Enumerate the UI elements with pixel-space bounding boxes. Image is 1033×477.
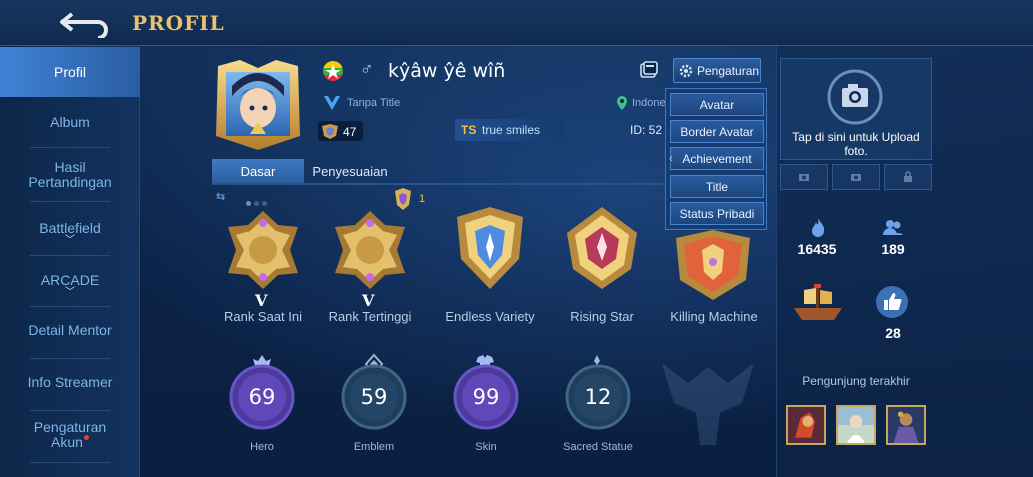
sidebar-item-label: Pengaturan Akun [25,420,115,450]
notification-dot [83,435,89,440]
endless-variety-emblem-icon[interactable] [445,203,535,293]
top-bar: PROFIL [0,0,1033,46]
ring-label: Skin [475,441,497,453]
sidebar-item-arcade[interactable]: ARCADE ﹀ [0,260,140,310]
visitor-avatar[interactable] [836,405,876,445]
achievement-label: Rising Star [570,309,634,324]
tab-divider [212,183,666,185]
sidebar-item-label: Battlefield [39,219,101,236]
profile-card-icon[interactable] [640,61,658,79]
location-text: Indonesia [632,97,666,109]
ring-label: Sacred Statue [563,441,633,453]
sidebar-item-label: ARCADE [40,271,100,288]
sidebar-divider [30,462,110,463]
photo-slot-icon [799,174,809,181]
location-pin-icon [617,96,627,110]
rank-division: V [255,291,268,310]
lock-icon [904,171,912,182]
player-level: 47 [343,125,357,139]
sidebar-divider [30,201,110,202]
flag-icon [323,61,343,81]
achievement-label: Killing Machine [670,309,758,324]
sidebar-item-label: Info Streamer [27,373,113,390]
sidebar-item-detail-mentor[interactable]: Detail Mentor [0,305,140,355]
visitor-avatar[interactable] [786,405,826,445]
like-button-icon[interactable] [875,285,909,319]
sidebar-divider [30,147,110,148]
ship-icon[interactable] [790,282,846,324]
sidebar-item-label: Detail Mentor [28,321,112,338]
ring-label: Hero [250,441,274,453]
rising-star-emblem-icon[interactable] [557,203,647,293]
likes-value: 28 [885,325,901,341]
page-title: PROFIL [132,11,225,35]
menu-item-achievement[interactable]: Achievement [670,147,764,170]
rank-highest-emblem-icon[interactable] [325,205,415,295]
sidebar-item-hasil-pertandingan[interactable]: Hasil Pertandingan [0,150,140,200]
emblem-count: 59 [360,385,388,409]
sidebar-item-label-text: Pengaturan Akun [33,419,107,450]
statue-count: 12 [584,385,612,409]
achievement-label: Rank Saat Ini [223,309,303,324]
followers-icon [883,220,903,235]
submenu-arrow-icon: ‹ [669,151,673,165]
photo-slot[interactable] [780,164,828,190]
killing-machine-emblem-icon[interactable] [668,220,758,310]
gear-icon [679,64,693,77]
squad-name: true smiles [482,123,541,137]
skin-count: 99 [472,385,500,409]
squad-tag: TS [461,123,477,137]
sidebar-item-label: Album [50,113,90,130]
player-id: ID: 52 [630,123,663,137]
photo-slot-icon [851,174,861,181]
sidebar-item-info-streamer[interactable]: Info Streamer [0,357,140,407]
popularity-value: 16435 [797,241,837,257]
visitor-avatar[interactable] [886,405,926,445]
camera-icon [827,69,883,125]
menu-item-title[interactable]: Title [670,175,764,198]
followers-value: 189 [881,241,905,257]
chevron-down-icon: ﹀ [65,286,75,298]
rank-current-emblem-icon[interactable] [218,205,308,295]
player-name: kŷâw ŷê wîñ [388,60,506,82]
settings-button[interactable]: Pengaturan [673,58,761,83]
recent-visitors-label: Pengunjung terakhir [802,374,910,388]
player-title: Tanpa Title [347,97,401,109]
locked-emblem-icon [662,363,754,445]
sidebar-item-label: Hasil Pertandingan [28,159,112,190]
tab-dasar[interactable]: Dasar [212,159,304,183]
photo-slot[interactable] [832,164,880,190]
chevron-down-icon: ﹀ [65,234,75,246]
sidebar-item-battlefield[interactable]: Battlefield ﹀ [0,208,140,258]
settings-dropdown: Avatar Border Avatar Achievement Title S… [665,88,767,230]
photo-slot[interactable] [884,164,932,190]
sidebar-item-pengaturan-akun[interactable]: Pengaturan Akun [0,410,140,460]
sidebar-item-profil[interactable]: Profil [0,47,140,97]
menu-item-border-avatar[interactable]: Border Avatar [670,120,764,143]
ring-label: Emblem [353,441,395,453]
swap-icon[interactable]: ⇆ [216,190,225,203]
sidebar-divider [30,255,110,256]
achievement-label: Rank Tertinggi [328,309,412,324]
back-arrow-icon[interactable] [58,8,112,38]
popularity-fire-icon [812,218,825,237]
achievement-label: Endless Variety [445,309,535,324]
upload-prompt: Tap di sini untuk Upload foto. [792,130,920,158]
rank-division: V [362,291,375,310]
sidebar-item-label: Profil [54,63,86,80]
settings-label: Pengaturan [697,63,760,78]
gender-icon: ♂ [360,59,374,79]
level-icon [322,124,338,139]
hero-count: 69 [248,385,276,409]
avatar[interactable] [210,56,306,152]
title-badge-icon [324,96,340,110]
menu-item-avatar[interactable]: Avatar [670,93,764,116]
tab-penyesuaian[interactable]: Penyesuaian [304,159,396,183]
badge-count: 1 [419,193,426,205]
sidebar-item-album[interactable]: Album [0,97,140,147]
